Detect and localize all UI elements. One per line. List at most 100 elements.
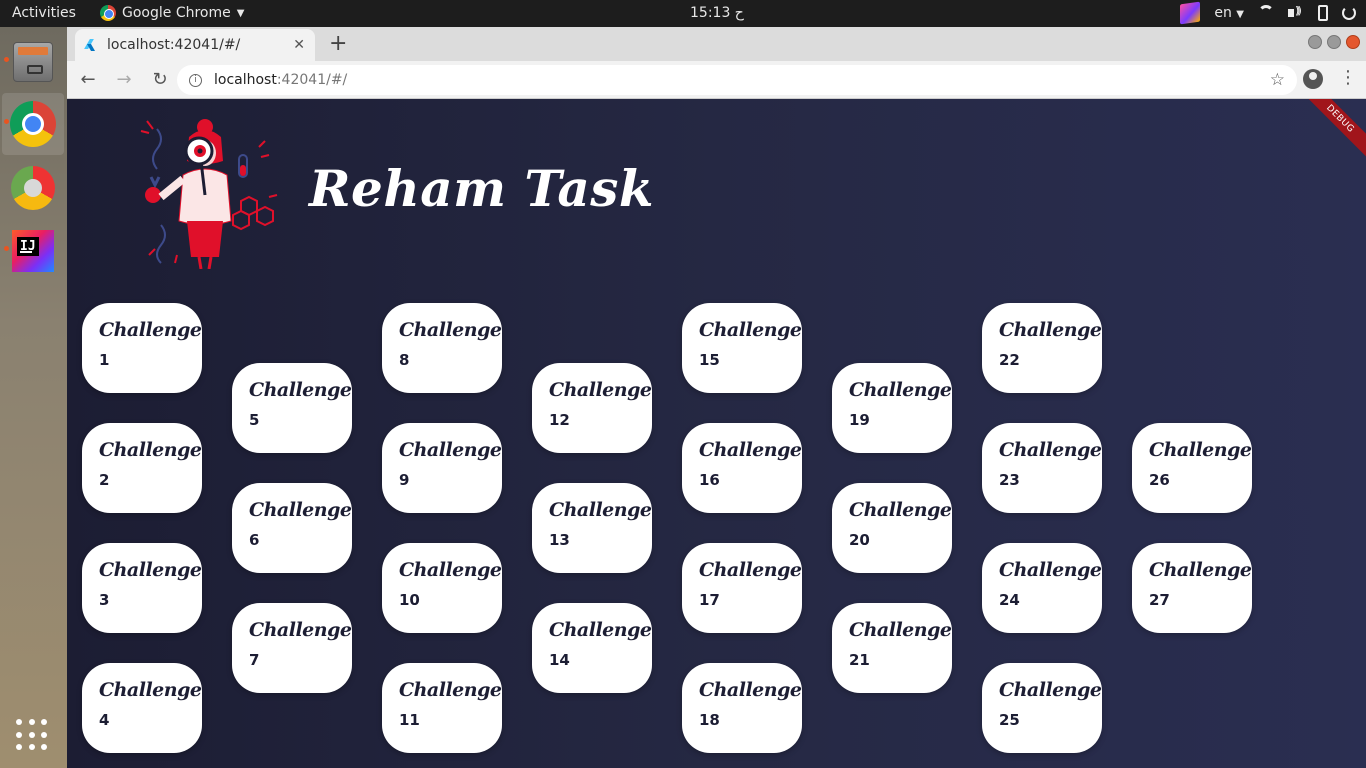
close-icon[interactable]: ✕ <box>293 37 305 53</box>
wifi-icon[interactable] <box>1258 5 1274 21</box>
tab-title: localhost:42041/#/ <box>107 37 241 53</box>
challenge-card[interactable]: Challenge 8 <box>382 303 502 393</box>
dock-files[interactable] <box>2 31 64 93</box>
challenge-card[interactable]: Challenge 3 <box>82 543 202 633</box>
chrome-icon <box>10 101 56 147</box>
challenge-card-title: Challenge <box>849 499 952 521</box>
challenge-card[interactable]: Challenge 4 <box>82 663 202 753</box>
challenge-card-title: Challenge <box>999 679 1102 701</box>
account-icon[interactable] <box>1303 69 1323 89</box>
reload-button[interactable]: ↻ <box>145 65 175 95</box>
challenge-card-title: Challenge <box>99 439 202 461</box>
challenge-card-title: Challenge <box>99 319 202 341</box>
challenge-card-number: 7 <box>249 651 260 669</box>
running-indicator <box>4 57 9 62</box>
dock-chrome[interactable] <box>2 93 64 155</box>
challenge-card-number: 19 <box>849 411 870 429</box>
dock-intellij[interactable]: IJ <box>2 220 64 282</box>
challenge-card-title: Challenge <box>399 559 502 581</box>
challenge-card[interactable]: Challenge 27 <box>1132 543 1252 633</box>
browser-window: localhost:42041/#/ ✕ + ← → ↻ i localhost… <box>67 27 1366 768</box>
language-label: en <box>1214 5 1232 21</box>
challenge-card[interactable]: Challenge 13 <box>532 483 652 573</box>
challenge-card-title: Challenge <box>999 559 1102 581</box>
challenge-card[interactable]: Challenge 2 <box>82 423 202 513</box>
challenge-card-title: Challenge <box>1149 559 1252 581</box>
back-button[interactable]: ← <box>73 65 103 95</box>
challenge-card-title: Challenge <box>399 439 502 461</box>
challenge-card[interactable]: Challenge 19 <box>832 363 952 453</box>
challenge-card[interactable]: Challenge 14 <box>532 603 652 693</box>
challenge-card-number: 4 <box>99 711 110 729</box>
challenge-card[interactable]: Challenge 21 <box>832 603 952 693</box>
challenge-card-title: Challenge <box>849 619 952 641</box>
url-text[interactable]: localhost:42041/#/ <box>214 72 1270 88</box>
challenge-card-number: 2 <box>99 471 110 489</box>
challenge-card[interactable]: Challenge 18 <box>682 663 802 753</box>
system-tray: en ▼ <box>1180 1 1356 25</box>
challenge-card-title: Challenge <box>549 379 652 401</box>
app-menu[interactable]: Google Chrome ▼ <box>100 5 244 21</box>
cube-app-icon[interactable] <box>1180 1 1201 25</box>
challenge-card[interactable]: Challenge 5 <box>232 363 352 453</box>
challenge-card[interactable]: Challenge 25 <box>982 663 1102 753</box>
challenge-card[interactable]: Challenge 26 <box>1132 423 1252 513</box>
challenge-card-title: Challenge <box>999 319 1102 341</box>
window-controls <box>1308 35 1360 49</box>
new-tab-button[interactable]: + <box>329 31 347 56</box>
challenge-card[interactable]: Challenge 20 <box>832 483 952 573</box>
challenge-card-number: 3 <box>99 591 110 609</box>
challenge-card-title: Challenge <box>699 559 802 581</box>
chevron-down-icon: ▼ <box>236 7 245 19</box>
challenge-card-title: Challenge <box>849 379 952 401</box>
forward-button[interactable]: → <box>109 65 139 95</box>
challenge-card[interactable]: Challenge 11 <box>382 663 502 753</box>
activities-button[interactable]: Activities <box>12 5 76 21</box>
dock: IJ <box>0 27 67 768</box>
challenge-card[interactable]: Challenge 17 <box>682 543 802 633</box>
window-close-button[interactable] <box>1346 35 1360 49</box>
minimize-button[interactable] <box>1308 35 1322 49</box>
maximize-button[interactable] <box>1327 35 1341 49</box>
tab-active[interactable]: localhost:42041/#/ ✕ <box>75 29 315 61</box>
challenge-card-title: Challenge <box>699 319 802 341</box>
challenge-card[interactable]: Challenge 16 <box>682 423 802 513</box>
challenge-card[interactable]: Challenge 9 <box>382 423 502 513</box>
challenge-card-number: 15 <box>699 351 720 369</box>
challenge-card[interactable]: Challenge 23 <box>982 423 1102 513</box>
challenge-card-title: Challenge <box>1149 439 1252 461</box>
menu-icon[interactable]: ⋮ <box>1339 67 1357 88</box>
challenge-card-number: 9 <box>399 471 410 489</box>
challenge-card[interactable]: Challenge 6 <box>232 483 352 573</box>
files-icon <box>13 42 53 82</box>
challenge-card[interactable]: Challenge 7 <box>232 603 352 693</box>
bookmark-star-icon[interactable]: ☆ <box>1270 70 1285 90</box>
dock-chromium[interactable] <box>2 157 64 219</box>
challenge-card-title: Challenge <box>399 679 502 701</box>
address-bar[interactable]: i localhost:42041/#/ ☆ <box>177 65 1297 95</box>
language-indicator[interactable]: en ▼ <box>1214 5 1244 21</box>
flutter-icon <box>85 39 97 51</box>
challenge-card-number: 18 <box>699 711 720 729</box>
battery-icon[interactable] <box>1318 5 1328 21</box>
system-top-bar: Activities Google Chrome ▼ 15:13 ح en ▼ <box>0 0 1366 27</box>
challenge-card[interactable]: Challenge 15 <box>682 303 802 393</box>
browser-toolbar: ← → ↻ i localhost:42041/#/ ☆ ⋮ <box>67 61 1366 99</box>
challenge-card-number: 21 <box>849 651 870 669</box>
challenge-card[interactable]: Challenge 22 <box>982 303 1102 393</box>
challenge-card[interactable]: Challenge 24 <box>982 543 1102 633</box>
power-icon[interactable] <box>1342 6 1356 20</box>
challenge-card-title: Challenge <box>549 619 652 641</box>
url-host: localhost <box>214 72 277 88</box>
info-icon[interactable]: i <box>189 73 202 87</box>
challenge-card[interactable]: Challenge 10 <box>382 543 502 633</box>
volume-icon[interactable] <box>1288 4 1304 21</box>
challenge-card[interactable]: Challenge 12 <box>532 363 652 453</box>
challenge-card[interactable]: Challenge 1 <box>82 303 202 393</box>
debug-banner: DEBUG <box>1298 99 1366 161</box>
clock[interactable]: 15:13 ح <box>690 5 744 21</box>
show-applications-icon[interactable] <box>16 719 48 751</box>
challenge-card-title: Challenge <box>699 439 802 461</box>
challenge-card-number: 11 <box>399 711 420 729</box>
intellij-icon: IJ <box>12 230 54 272</box>
